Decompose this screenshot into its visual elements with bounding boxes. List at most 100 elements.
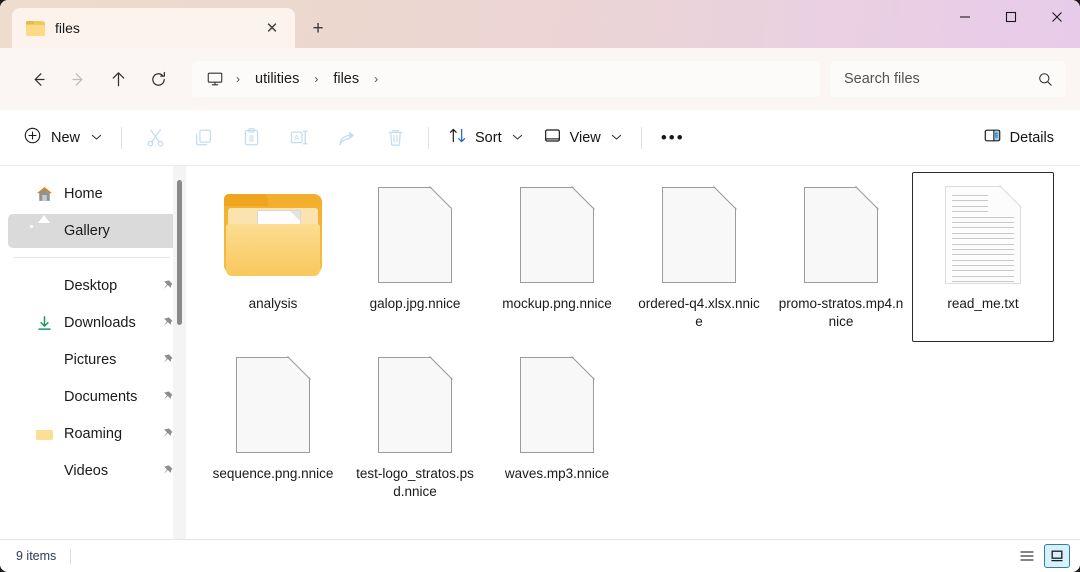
tab-strip: files ✕ + bbox=[0, 0, 333, 48]
navigation-sidebar: Home Gallery Desktop Downloads Pictures … bbox=[0, 166, 192, 539]
download-icon bbox=[36, 315, 53, 332]
back-button[interactable] bbox=[18, 62, 58, 96]
home-icon bbox=[36, 186, 53, 203]
gallery-icon bbox=[36, 223, 53, 240]
file-name: analysis bbox=[248, 296, 298, 311]
videos-icon bbox=[36, 463, 53, 480]
folder-icon bbox=[36, 426, 53, 443]
pin-icon[interactable] bbox=[160, 353, 174, 367]
file-name: waves.mp3.nnice bbox=[504, 466, 610, 481]
details-label: Details bbox=[1009, 129, 1054, 146]
sidebar-item-label: Gallery bbox=[64, 223, 110, 239]
pin-icon[interactable] bbox=[160, 464, 174, 478]
documents-icon bbox=[36, 389, 53, 406]
sidebar-item-videos[interactable]: Videos bbox=[8, 454, 182, 488]
new-tab-button[interactable]: + bbox=[303, 13, 333, 43]
file-item-analysis[interactable]: analysis bbox=[202, 172, 344, 342]
sidebar-item-label: Roaming bbox=[64, 426, 123, 442]
copy-icon[interactable] bbox=[179, 121, 227, 155]
file-name: promo-stratos.mp4.nnice bbox=[778, 296, 904, 329]
title-bar: files ✕ + bbox=[0, 0, 1080, 48]
breadcrumb-separator-trailing[interactable]: › bbox=[369, 72, 383, 86]
plus-circle-icon bbox=[23, 126, 42, 150]
delete-icon[interactable] bbox=[371, 121, 419, 155]
file-item-waves[interactable]: waves.mp3.nnice bbox=[486, 342, 628, 512]
file-item-ordered-q4[interactable]: ordered-q4.xlsx.nnice bbox=[628, 172, 770, 342]
address-bar[interactable]: › utilities › files › bbox=[192, 61, 820, 97]
file-name: test-logo_stratos.psd.nnice bbox=[356, 466, 474, 499]
status-bar: 9 items bbox=[0, 539, 1080, 572]
file-list-pane[interactable]: analysis galop.jpg.nnice mockup.png.nnic… bbox=[192, 166, 1080, 539]
breadcrumb-files[interactable]: files bbox=[325, 67, 367, 91]
close-tab-icon[interactable]: ✕ bbox=[259, 15, 285, 41]
sidebar-item-home[interactable]: Home bbox=[8, 177, 182, 211]
sort-button[interactable]: Sort bbox=[438, 121, 533, 155]
text-file-icon bbox=[933, 181, 1033, 289]
close-button[interactable] bbox=[1034, 0, 1080, 34]
file-item-sequence[interactable]: sequence.png.nnice bbox=[202, 342, 344, 512]
file-item-test-logo-stratos[interactable]: test-logo_stratos.psd.nnice bbox=[344, 342, 486, 512]
pictures-icon bbox=[36, 352, 53, 369]
list-view-icon[interactable] bbox=[1014, 544, 1040, 568]
pin-icon[interactable] bbox=[160, 427, 174, 441]
file-item-promo-stratos[interactable]: promo-stratos.mp4.nnice bbox=[770, 172, 912, 342]
pin-icon[interactable] bbox=[160, 316, 174, 330]
command-toolbar: New A Sort View ••• Details bbox=[0, 110, 1080, 166]
forward-button[interactable] bbox=[58, 62, 98, 96]
svg-text:A: A bbox=[294, 133, 300, 142]
file-name: mockup.png.nnice bbox=[502, 296, 612, 311]
file-explorer-window: files ✕ + › utilities › files › Search f… bbox=[0, 0, 1080, 572]
breadcrumb-utilities[interactable]: utilities bbox=[247, 67, 307, 91]
view-button[interactable]: View bbox=[533, 121, 632, 155]
file-item-mockup[interactable]: mockup.png.nnice bbox=[486, 172, 628, 342]
sidebar-item-documents[interactable]: Documents bbox=[8, 380, 182, 414]
cut-icon[interactable] bbox=[131, 121, 179, 155]
maximize-button[interactable] bbox=[988, 0, 1034, 34]
sidebar-item-gallery[interactable]: Gallery bbox=[8, 214, 182, 248]
tiles-view-icon[interactable] bbox=[1044, 544, 1070, 568]
sidebar-item-pictures[interactable]: Pictures bbox=[8, 343, 182, 377]
view-icon bbox=[543, 126, 562, 150]
breadcrumb-separator[interactable]: › bbox=[309, 72, 323, 86]
breadcrumb-separator[interactable]: › bbox=[231, 72, 245, 86]
file-item-read-me[interactable]: read_me.txt bbox=[912, 172, 1054, 342]
file-item-galop[interactable]: galop.jpg.nnice bbox=[344, 172, 486, 342]
sort-label: Sort bbox=[475, 129, 502, 146]
details-pane-button[interactable]: Details bbox=[973, 121, 1064, 155]
refresh-button[interactable] bbox=[138, 62, 178, 96]
minimize-button[interactable] bbox=[942, 0, 988, 34]
file-name: sequence.png.nnice bbox=[212, 466, 334, 481]
chevron-down-icon bbox=[91, 133, 102, 143]
new-button[interactable]: New bbox=[14, 121, 112, 155]
file-name: read_me.txt bbox=[947, 296, 1019, 311]
pin-icon[interactable] bbox=[160, 390, 174, 404]
search-input-placeholder[interactable]: Search files bbox=[844, 71, 1037, 87]
sidebar-item-roaming[interactable]: Roaming bbox=[8, 417, 182, 451]
sidebar-scrollbar[interactable] bbox=[173, 166, 186, 539]
share-icon[interactable] bbox=[323, 121, 371, 155]
sidebar-item-label: Home bbox=[64, 186, 103, 202]
desktop-icon bbox=[36, 278, 53, 295]
pin-icon[interactable] bbox=[160, 279, 174, 293]
search-box[interactable]: Search files bbox=[830, 61, 1066, 97]
paste-icon[interactable] bbox=[227, 121, 275, 155]
up-button[interactable] bbox=[98, 62, 138, 96]
rename-icon[interactable]: A bbox=[275, 121, 323, 155]
sidebar-item-downloads[interactable]: Downloads bbox=[8, 306, 182, 340]
search-icon[interactable] bbox=[1037, 71, 1054, 88]
generic-file-icon bbox=[223, 351, 323, 459]
this-pc-icon[interactable] bbox=[204, 70, 229, 88]
generic-file-icon bbox=[649, 181, 749, 289]
sidebar-item-label: Videos bbox=[64, 463, 109, 479]
file-name: ordered-q4.xlsx.nnice bbox=[638, 296, 760, 329]
file-grid: analysis galop.jpg.nnice mockup.png.nnic… bbox=[202, 172, 1080, 512]
window-controls bbox=[942, 0, 1080, 34]
sidebar-scrollbar-thumb[interactable] bbox=[177, 180, 182, 325]
overflow-menu-button[interactable]: ••• bbox=[651, 121, 695, 155]
generic-file-icon bbox=[791, 181, 891, 289]
sidebar-item-desktop[interactable]: Desktop bbox=[8, 269, 182, 303]
tab-files[interactable]: files ✕ bbox=[12, 8, 295, 48]
generic-file-icon bbox=[365, 351, 465, 459]
main-body: Home Gallery Desktop Downloads Pictures … bbox=[0, 166, 1080, 539]
sidebar-divider bbox=[14, 257, 170, 258]
